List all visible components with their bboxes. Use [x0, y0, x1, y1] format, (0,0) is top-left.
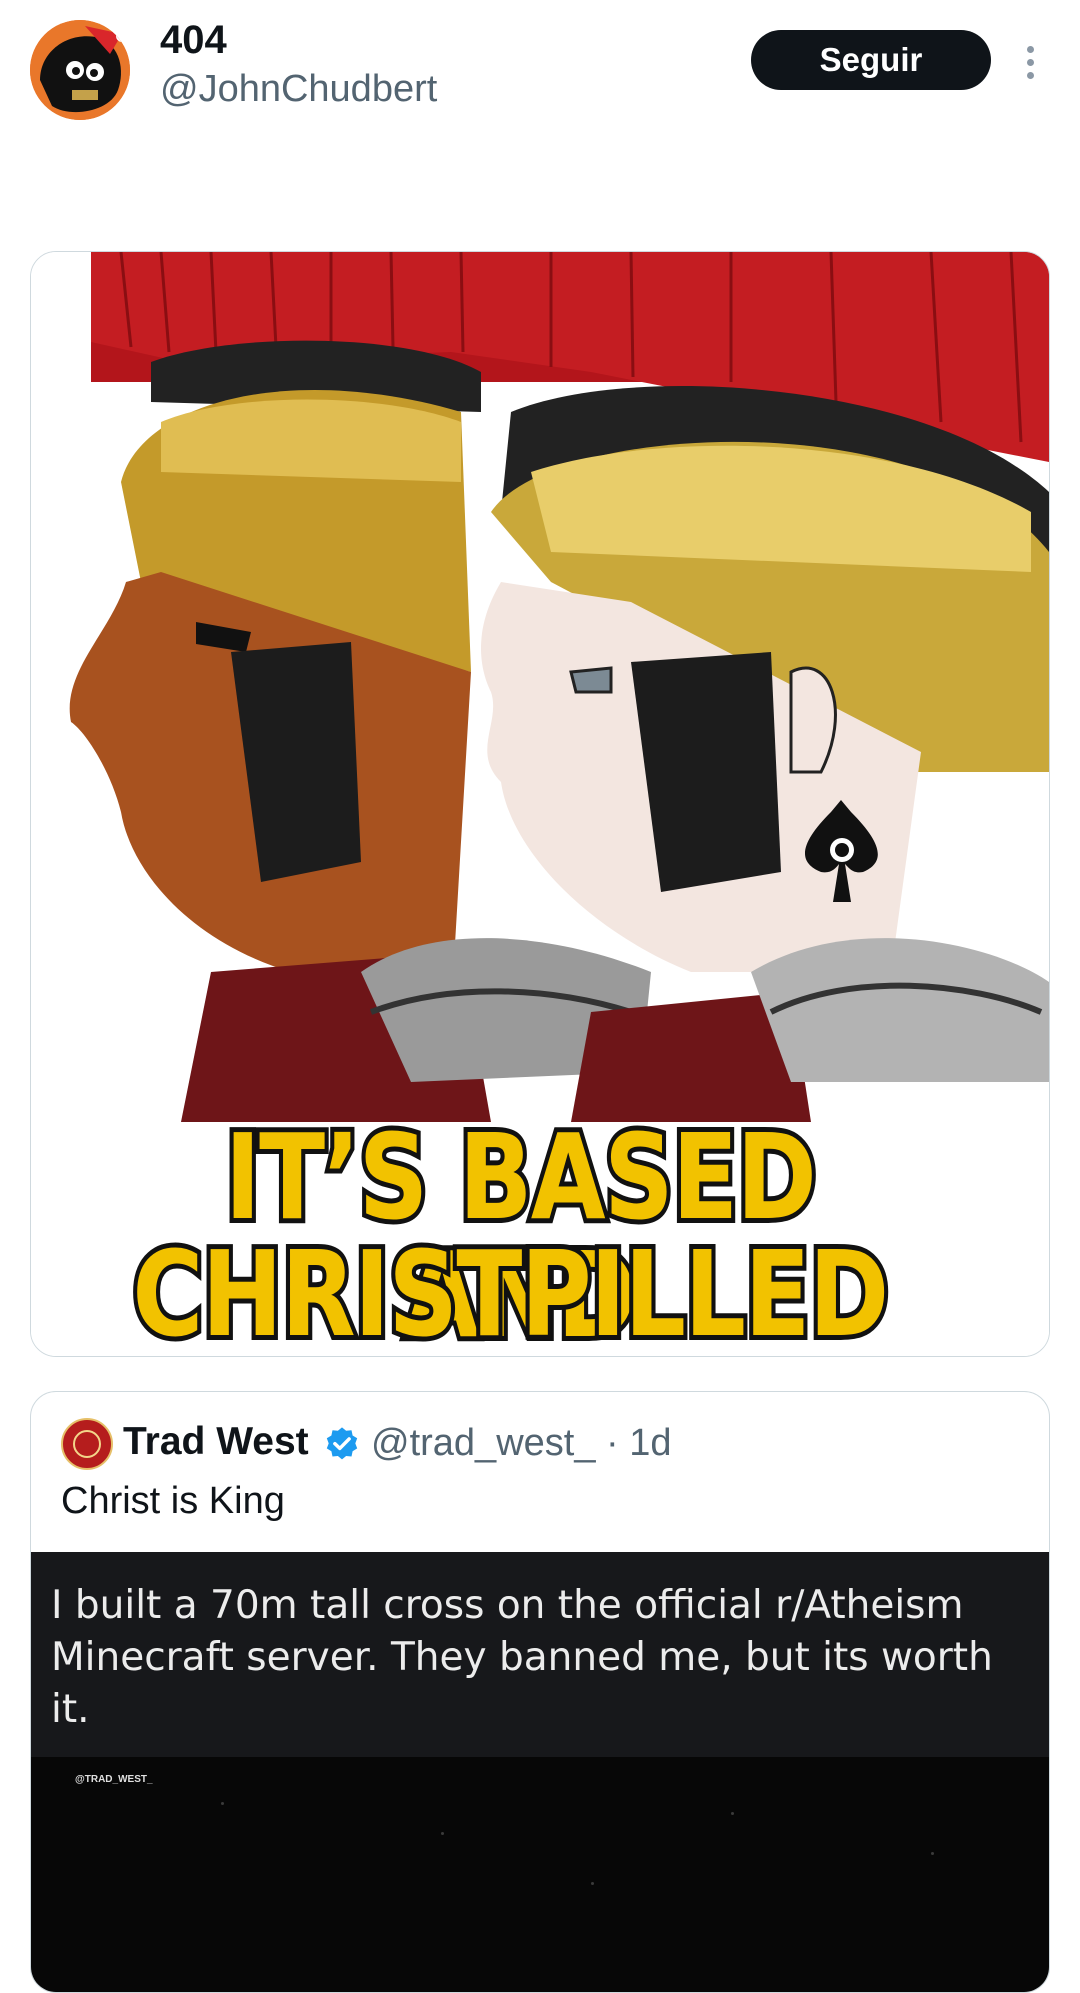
follow-button[interactable]: Seguir — [751, 30, 991, 90]
display-name[interactable]: 404 — [160, 18, 227, 63]
tweet-header: 404 @JohnChudbert Seguir — [0, 0, 1080, 130]
quoted-tweet-text: Christ is King — [61, 1480, 285, 1522]
user-handle[interactable]: @JohnChudbert — [160, 68, 437, 111]
avatar-image — [30, 20, 130, 120]
quoted-media-text: I built a 70m tall cross on the official… — [51, 1583, 993, 1732]
quoted-author-name[interactable]: Trad West — [123, 1420, 309, 1464]
quoted-author-handle: @trad_west_ · 1d — [371, 1422, 672, 1464]
quoted-tweet[interactable]: Trad West @trad_west_ · 1d Christ is Kin… — [30, 1391, 1050, 1993]
quoted-media[interactable]: I built a 70m tall cross on the official… — [31, 1552, 1049, 1992]
star-dot — [221, 1802, 224, 1805]
verified-badge-icon — [326, 1427, 358, 1460]
star-dot — [591, 1882, 594, 1885]
quoted-media-banner: I built a 70m tall cross on the official… — [31, 1552, 1049, 1757]
star-dot — [931, 1852, 934, 1855]
media-watermark: @TRAD_WEST_ — [75, 1774, 153, 1785]
meme-caption-line-2: CHRISTPILLED — [128, 1225, 893, 1357]
star-dot — [731, 1812, 734, 1815]
profile-avatar[interactable] — [30, 20, 130, 120]
more-vertical-icon[interactable] — [1016, 40, 1044, 84]
tweet-image[interactable]: IT’S BASED AND CHRISTPILLED — [30, 251, 1050, 1357]
star-dot — [441, 1832, 444, 1835]
quoted-author-avatar[interactable] — [61, 1418, 113, 1470]
